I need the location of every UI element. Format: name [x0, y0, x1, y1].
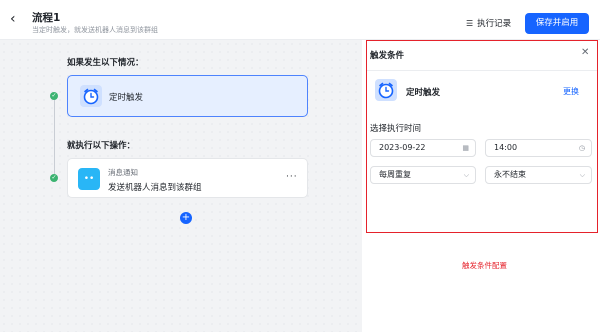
save-and-enable-button[interactable]: 保存并启用: [525, 13, 589, 34]
execution-records-label: 执行记录: [477, 19, 512, 29]
time-picker[interactable]: 14:00 ◷: [485, 139, 592, 157]
top-header: ‹ 流程1 当定时触发，就发送机器人消息到该群组 ☰ 执行记录 保存并启用: [0, 0, 600, 40]
end-select[interactable]: 永不结束 ⌵: [485, 166, 592, 184]
check-icon: ✓: [50, 92, 58, 100]
action-heading: 就执行以下操作：: [67, 141, 136, 151]
end-value: 永不结束: [494, 170, 526, 179]
date-value: 2023-09-22: [379, 143, 426, 152]
highlight-box: [366, 40, 598, 233]
more-options-icon[interactable]: ···: [286, 172, 298, 182]
chat-bot-icon: ••: [78, 168, 100, 190]
flow-subtitle: 当定时触发，就发送机器人消息到该群组: [32, 26, 158, 34]
action-type: 消息通知: [108, 168, 138, 177]
calendar-icon: ▦: [462, 144, 469, 152]
repeat-value: 每周重复: [379, 170, 411, 179]
selected-trigger: 定时触发 更换: [370, 75, 594, 107]
clock-icon: ◷: [578, 144, 585, 152]
annotation-label: 触发条件配置: [462, 261, 507, 270]
chevron-down-icon: ⌵: [579, 171, 585, 179]
panel-title: 触发条件: [370, 51, 405, 61]
trigger-node[interactable]: 定时触发: [67, 75, 308, 117]
flow-connector: [54, 97, 55, 178]
action-node[interactable]: •• 消息通知 发送机器人消息到该群组 ···: [67, 158, 308, 198]
trigger-node-label: 定时触发: [109, 93, 144, 103]
action-description: 发送机器人消息到该群组: [108, 183, 202, 193]
list-icon: ☰: [466, 18, 474, 28]
check-icon: ✓: [50, 174, 58, 182]
back-arrow-icon[interactable]: ‹: [10, 12, 24, 26]
selected-trigger-label: 定时触发: [406, 88, 441, 98]
alarm-clock-icon: [80, 85, 102, 107]
divider: [367, 70, 597, 71]
close-icon[interactable]: ✕: [581, 47, 589, 58]
exec-time-label: 选择执行时间: [370, 124, 422, 134]
change-trigger-link[interactable]: 更换: [563, 86, 579, 97]
flow-title[interactable]: 流程1: [32, 10, 60, 25]
chevron-down-icon: ⌵: [463, 171, 469, 179]
time-value: 14:00: [494, 143, 518, 152]
condition-heading: 如果发生以下情况：: [67, 58, 144, 68]
alarm-clock-icon: [375, 79, 397, 101]
execution-records-button[interactable]: ☰ 执行记录: [466, 17, 512, 30]
add-step-button[interactable]: +: [180, 212, 192, 224]
repeat-select[interactable]: 每周重复 ⌵: [370, 166, 476, 184]
date-picker[interactable]: 2023-09-22 ▦: [370, 139, 476, 157]
